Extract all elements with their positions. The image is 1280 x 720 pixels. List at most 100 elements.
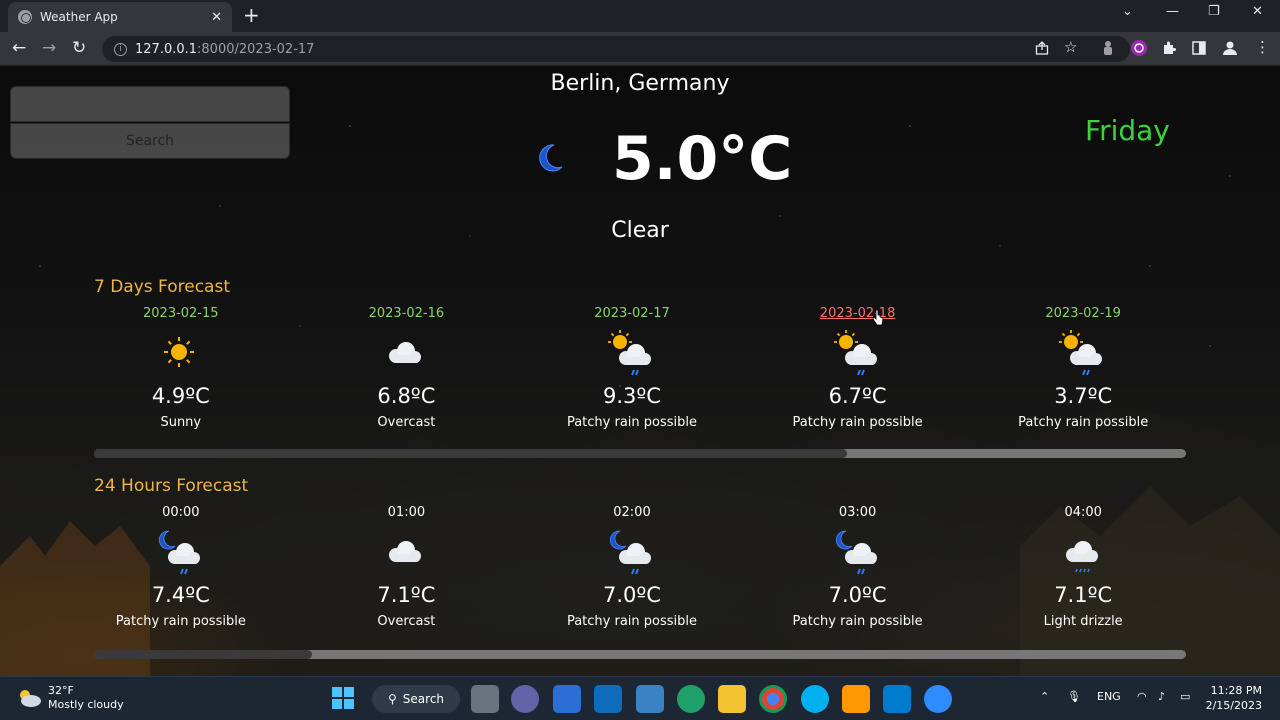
url-path: :8000/2023-02-17 xyxy=(197,41,315,57)
weather-page: Search Berlin, Germany 5.0°C Clear Frida… xyxy=(0,66,1280,676)
clock-time: 11:28 PM xyxy=(1210,684,1262,697)
daily-forecast-card: 2023-02-19 3.7ºC Patchy rain possible xyxy=(970,306,1196,430)
current-temperature: 5.0°C xyxy=(612,124,793,194)
file-explorer-icon[interactable] xyxy=(718,685,746,713)
battery-icon[interactable]: ▭ xyxy=(1180,690,1190,703)
cloud-icon xyxy=(294,523,520,583)
browser-toolbar: ← → ↻ i 127.0.0.1:8000/2023-02-17 ☆ ⋮ xyxy=(0,32,1280,66)
hand-cursor-icon xyxy=(872,309,884,326)
taskbar-search[interactable]: ⚲ Search xyxy=(372,685,460,713)
edge-icon[interactable] xyxy=(677,685,705,713)
globe-icon xyxy=(18,10,32,24)
hourly-forecast-row: 00:00 7.4ºC Patchy rain possible 01:00 7.1ºC… xyxy=(68,505,1196,629)
profile-icon[interactable] xyxy=(1222,40,1238,56)
skype-icon[interactable] xyxy=(801,685,829,713)
taskbar-weather-widget[interactable]: 32°F Mostly cloudy xyxy=(16,684,124,712)
menu-icon[interactable]: ⋮ xyxy=(1255,38,1270,56)
daily-forecast-condition: Patchy rain possible xyxy=(566,415,698,430)
daily-forecast-row: 2023-02-15 4.9ºC Sunny 2023-02-16 6.8ºC Overc… xyxy=(68,306,1196,430)
hourly-forecast-condition: Patchy rain possible xyxy=(115,614,246,629)
browser-tab[interactable]: Weather App ✕ xyxy=(8,2,232,32)
daily-forecast-card: 2023-02-15 4.9ºC Sunny xyxy=(68,306,294,430)
daily-forecast-condition: Patchy rain possible xyxy=(792,415,923,430)
microphone-icon[interactable]: 🎙 xyxy=(1067,690,1081,703)
chrome-icon[interactable] xyxy=(759,685,787,713)
puzzle-icon[interactable] xyxy=(1162,41,1176,55)
daily-forecast-date[interactable]: 2023-02-17 xyxy=(519,306,745,324)
share-icon[interactable] xyxy=(1035,41,1049,55)
hourly-forecast-temperature: 7.4ºC xyxy=(151,583,210,607)
close-tab-icon[interactable]: ✕ xyxy=(211,10,222,25)
hourly-forecast-temperature: 7.1ºC xyxy=(1054,583,1113,607)
task-view-icon[interactable] xyxy=(471,685,499,713)
extension-icon[interactable] xyxy=(1103,41,1113,55)
minimize-button[interactable]: — xyxy=(1166,4,1179,19)
daily-forecast-condition: Patchy rain possible xyxy=(1018,415,1149,430)
tab-title: Weather App xyxy=(40,10,118,24)
forward-button[interactable]: → xyxy=(42,38,56,58)
hourly-forecast-card: 00:00 7.4ºC Patchy rain possible xyxy=(68,505,294,629)
site-info-icon[interactable]: i xyxy=(114,42,127,56)
hourly-forecast-hour: 00:00 xyxy=(162,505,200,520)
mail-icon[interactable] xyxy=(594,685,622,713)
sublime-text-icon[interactable] xyxy=(842,685,870,713)
wifi-icon[interactable]: ◠ xyxy=(1137,690,1147,703)
microsoft-store-icon[interactable] xyxy=(553,685,581,713)
daily-forecast-date[interactable]: 2023-02-15 xyxy=(68,306,294,324)
close-window-button[interactable]: ✕ xyxy=(1252,4,1263,19)
restore-button[interactable]: ❐ xyxy=(1208,4,1220,19)
cloud-icon xyxy=(294,324,520,384)
profile-extension-icon[interactable] xyxy=(1131,40,1147,56)
daily-forecast-title: 7 Days Forecast xyxy=(94,277,230,297)
hourly-forecast-condition: Patchy rain possible xyxy=(566,614,698,629)
volume-icon[interactable]: ♪ xyxy=(1158,690,1165,703)
cloudy-weather-icon xyxy=(20,690,41,707)
hourly-scrollbar[interactable] xyxy=(94,650,1186,659)
daily-scrollbar-thumb[interactable] xyxy=(94,449,848,458)
zoom-icon[interactable] xyxy=(924,685,952,713)
bookmark-star-icon[interactable]: ☆ xyxy=(1064,38,1077,56)
daily-forecast-condition: Sunny xyxy=(160,415,202,430)
daily-forecast-card: 2023-02-16 6.8ºC Overcast xyxy=(294,306,520,430)
back-button[interactable]: ← xyxy=(12,38,26,58)
daily-forecast-temperature: 6.8ºC xyxy=(377,384,436,408)
new-tab-button[interactable]: + xyxy=(243,4,260,26)
daily-scrollbar[interactable] xyxy=(94,449,1186,458)
current-condition: Clear xyxy=(611,218,669,243)
sun-cloud-rain-icon xyxy=(970,324,1196,384)
side-panel-icon[interactable] xyxy=(1192,41,1206,55)
tray-overflow-icon[interactable]: ⌃ xyxy=(1040,690,1049,703)
reload-button[interactable]: ↻ xyxy=(72,38,86,58)
windows-start-icon[interactable] xyxy=(332,687,354,709)
search-button[interactable]: Search xyxy=(10,123,290,159)
hourly-forecast-temperature: 7.0ºC xyxy=(603,583,661,607)
taskbar-search-label: Search xyxy=(402,692,445,706)
hourly-forecast-temperature: 7.1ºC xyxy=(377,583,436,607)
vscode-icon[interactable] xyxy=(883,685,911,713)
hourly-scrollbar-thumb[interactable] xyxy=(94,650,313,659)
hourly-forecast-hour: 01:00 xyxy=(387,505,426,520)
hourly-forecast-card: 03:00 7.0ºC Patchy rain possible xyxy=(745,505,971,629)
language-indicator[interactable]: ENG xyxy=(1097,690,1121,703)
moon-cloud-rain-icon xyxy=(68,523,294,583)
location-title: Berlin, Germany xyxy=(550,71,730,96)
browser-tab-bar: Weather App ✕ + ⌄ — ❐ ✕ xyxy=(0,0,1280,32)
hourly-forecast-hour: 03:00 xyxy=(838,505,877,520)
daily-forecast-temperature: 3.7ºC xyxy=(1054,384,1113,408)
tab-search-icon[interactable]: ⌄ xyxy=(1122,4,1133,19)
address-bar[interactable]: i 127.0.0.1:8000/2023-02-17 xyxy=(102,36,1130,62)
url-host: 127.0.0.1 xyxy=(135,41,198,57)
daily-forecast-date[interactable]: 2023-02-16 xyxy=(294,306,520,324)
daily-forecast-card: 2023-02-18 6.7ºC Patchy rain possible xyxy=(745,306,971,430)
taskbar-weather-desc: Mostly cloudy xyxy=(48,698,124,711)
daily-forecast-condition: Overcast xyxy=(377,415,436,430)
moon-cloud-rain-icon xyxy=(745,523,971,583)
teams-chat-icon[interactable] xyxy=(511,685,539,713)
daily-forecast-date[interactable]: 2023-02-19 xyxy=(970,306,1196,324)
daily-forecast-date[interactable]: 2023-02-18 xyxy=(745,306,971,324)
moon-icon xyxy=(539,144,563,172)
app-icon[interactable] xyxy=(636,685,664,713)
sun-icon xyxy=(68,324,294,384)
sun-cloud-rain-icon xyxy=(519,324,745,384)
taskbar-clock[interactable]: 11:28 PM 2/15/2023 xyxy=(1206,683,1262,713)
